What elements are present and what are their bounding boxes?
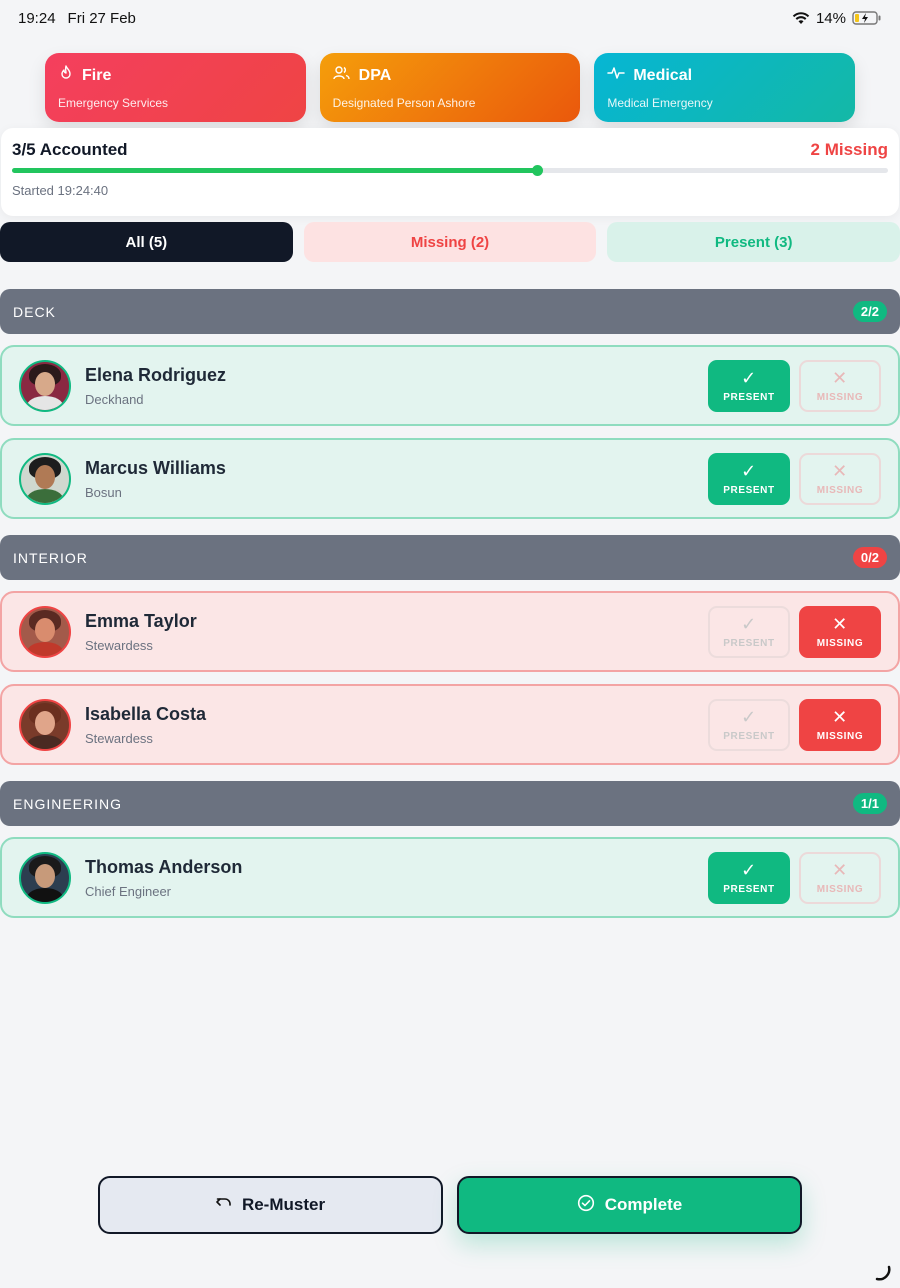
group-name: DECK [13,303,56,320]
loading-spinner-icon [874,1264,892,1282]
mark-missing-button[interactable]: ✕ MISSING [799,698,881,751]
crew-name: Elena Rodriguez [85,364,227,385]
present-label: PRESENT [723,391,775,403]
crew-role: Chief Engineer [85,883,171,899]
fire-emergency-card[interactable]: Fire Emergency Services [45,53,306,122]
mark-missing-button[interactable]: ✕ MISSING [799,851,881,904]
check-circle-icon [577,1194,595,1217]
emergency-type-row: Fire Emergency Services DPA Designated P… [45,53,856,122]
crew-role: Bosun [85,484,122,500]
mark-missing-button[interactable]: ✕ MISSING [799,605,881,658]
dpa-subtitle: Designated Person Ashore [332,96,476,110]
medical-subtitle: Medical Emergency [607,96,713,110]
dpa-emergency-card[interactable]: DPA Designated Person Ashore [319,53,581,122]
tab-all[interactable]: All (5) [0,222,293,262]
crew-row: Isabella Costa Stewardess ✓ PRESENT ✕ MI… [0,684,900,765]
mark-present-button[interactable]: ✓ PRESENT [708,452,790,505]
re-muster-button[interactable]: Re-Muster [98,1176,443,1234]
status-time: 19:24 [18,9,56,27]
progress-knob [531,165,543,176]
fire-subtitle: Emergency Services [58,96,169,110]
re-muster-label: Re-Muster [241,1195,326,1214]
mark-present-button[interactable]: ✓ PRESENT [708,851,790,904]
battery-charging-icon [852,11,882,25]
muster-progress-bar [12,165,888,176]
complete-label: Complete [604,1195,683,1214]
missing-label: MISSING [816,730,864,742]
group-name: INTERIOR [13,549,88,566]
present-label: PRESENT [723,883,775,895]
filter-tabs: All (5) Missing (2) Present (3) [0,222,900,262]
battery-percent: 14% [815,9,846,27]
avatar [19,698,71,751]
x-icon: ✕ [832,460,848,481]
crew-name: Emma Taylor [85,610,197,631]
present-label: PRESENT [723,637,775,649]
present-label: PRESENT [723,484,775,496]
crew-name: Thomas Anderson [85,856,243,877]
check-icon: ✓ [741,859,757,880]
x-icon: ✕ [832,859,848,880]
group-header-engineering: ENGINEERING 1/1 [0,781,900,826]
fire-title: Fire [82,66,112,84]
users-icon [332,65,351,86]
crew-name: Marcus Williams [85,457,226,478]
tab-missing[interactable]: Missing (2) [303,222,597,262]
missing-count: 2 Missing [810,140,888,159]
mark-present-button[interactable]: ✓ PRESENT [708,605,790,658]
pulse-icon [607,65,626,86]
present-label: PRESENT [723,730,775,742]
avatar [19,359,71,412]
crew-row: Marcus Williams Bosun ✓ PRESENT ✕ MISSIN… [0,438,900,519]
missing-label: MISSING [816,883,864,895]
undo-icon [216,1195,232,1215]
mark-missing-button[interactable]: ✕ MISSING [799,452,881,505]
group-header-deck: DECK 2/2 [0,289,900,334]
wifi-icon [792,11,810,25]
bottom-action-bar: Re-Muster Complete [98,1176,802,1234]
crew-role: Stewardess [85,637,153,653]
crew-row: Emma Taylor Stewardess ✓ PRESENT ✕ MISSI… [0,591,900,672]
muster-summary-card: 3/5 Accounted 2 Missing Started 19:24:40 [1,128,899,216]
group-count-badge: 1/1 [852,793,887,814]
group-name: ENGINEERING [13,795,123,812]
complete-button[interactable]: Complete [457,1176,802,1234]
x-icon: ✕ [832,706,848,727]
crew-row: Elena Rodriguez Deckhand ✓ PRESENT ✕ MIS… [0,345,900,426]
crew-name: Isabella Costa [85,703,207,724]
started-time: Started 19:24:40 [12,183,109,198]
missing-label: MISSING [816,484,864,496]
x-icon: ✕ [832,367,848,388]
flame-icon [58,65,74,86]
crew-row: Thomas Anderson Chief Engineer ✓ PRESENT… [0,837,900,918]
check-icon: ✓ [741,460,757,481]
mark-present-button[interactable]: ✓ PRESENT [708,359,790,412]
medical-emergency-card[interactable]: Medical Medical Emergency [594,53,856,122]
check-icon: ✓ [741,367,757,388]
group-count-badge: 2/2 [852,301,887,322]
missing-label: MISSING [816,637,864,649]
status-date: Fri 27 Feb [67,9,136,27]
missing-label: MISSING [816,391,864,403]
dpa-title: DPA [358,66,392,84]
group-header-interior: INTERIOR 0/2 [0,535,900,580]
tab-present[interactable]: Present (3) [607,222,900,262]
group-count-badge: 0/2 [852,547,887,568]
crew-role: Stewardess [85,730,153,746]
avatar [19,851,71,904]
check-icon: ✓ [741,613,757,634]
medical-title: Medical [633,66,693,84]
x-icon: ✕ [832,613,848,634]
accounted-count: 3/5 Accounted [12,140,128,159]
mark-missing-button[interactable]: ✕ MISSING [799,359,881,412]
crew-role: Deckhand [85,391,144,407]
avatar [19,605,71,658]
check-icon: ✓ [741,706,757,727]
mark-present-button[interactable]: ✓ PRESENT [708,698,790,751]
progress-fill [12,168,538,173]
avatar [19,452,71,505]
status-bar: 19:24 Fri 27 Feb 14% [0,0,900,36]
